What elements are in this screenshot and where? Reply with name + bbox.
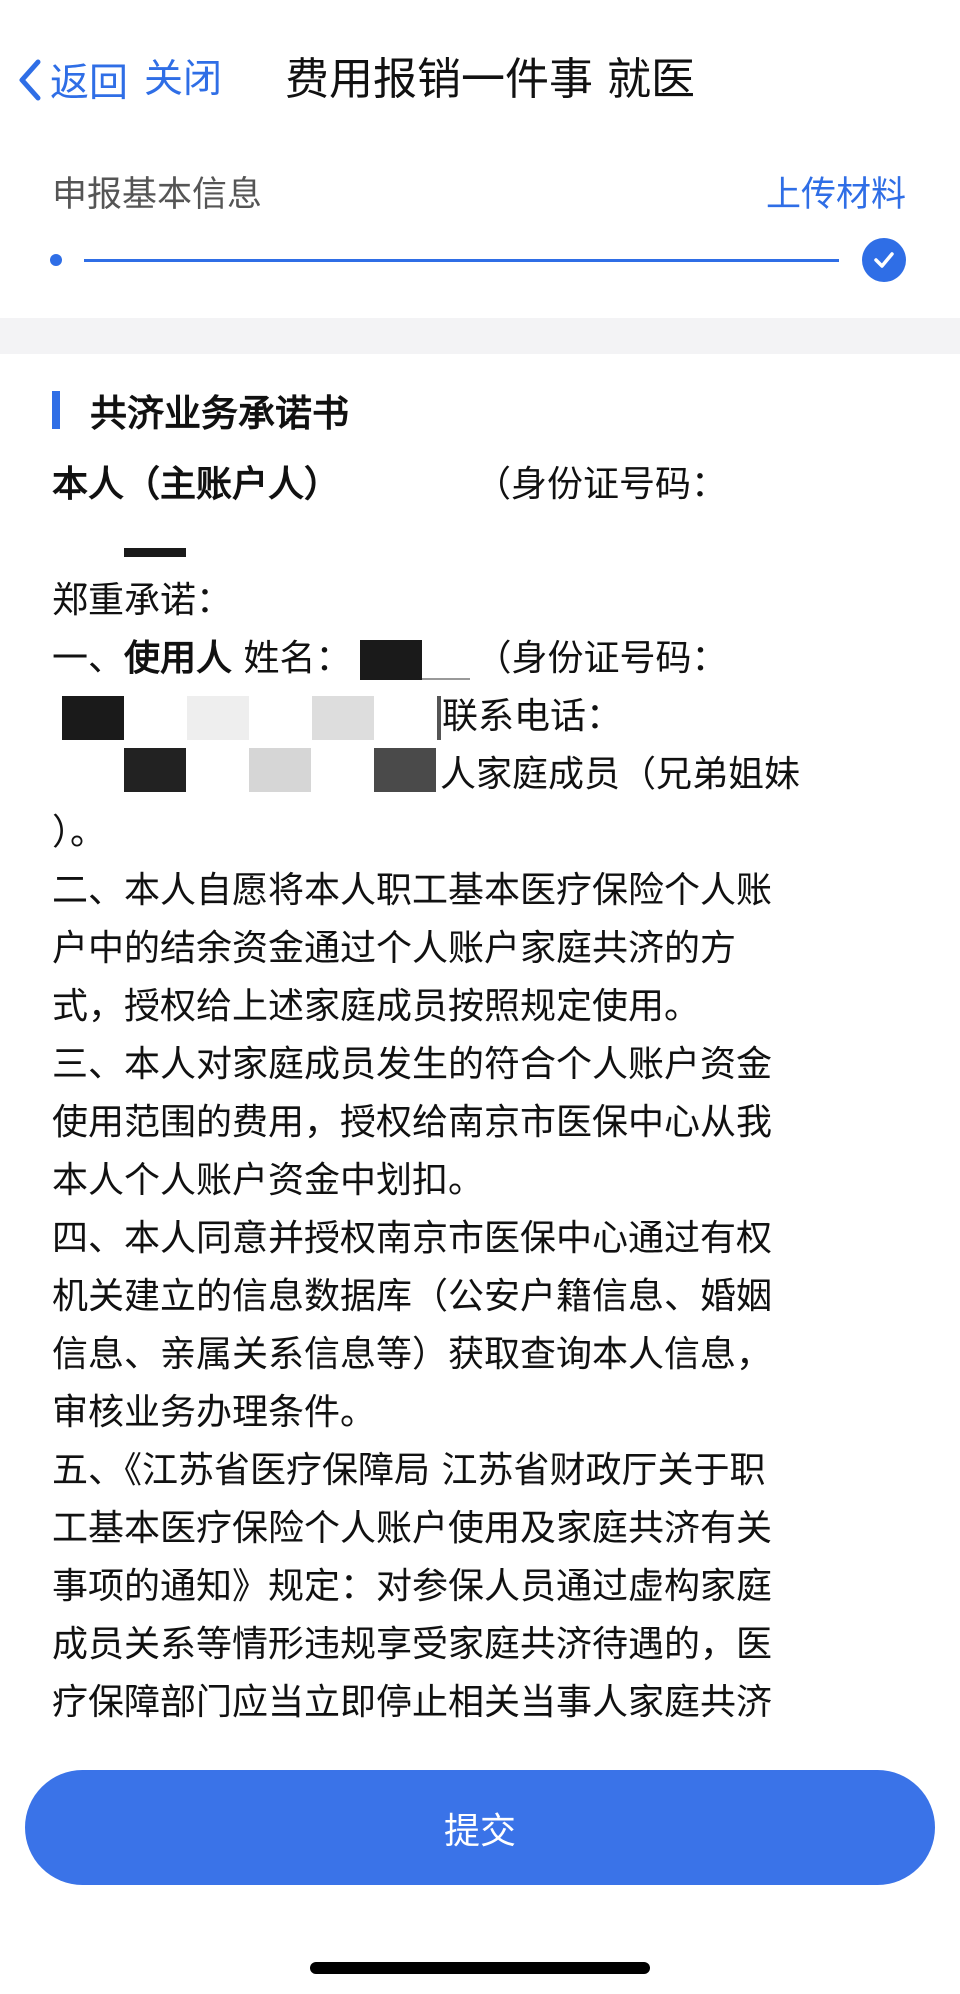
user-label: 使用人 (124, 638, 233, 679)
redaction-mask (359, 640, 422, 680)
back-label: 返回 (50, 61, 129, 106)
step-upload-materials[interactable]: 上传材料 (766, 166, 906, 217)
pixelation-block (312, 696, 374, 740)
name-label: 姓名： (243, 638, 352, 679)
step-start-dot (50, 254, 62, 266)
section-divider (0, 318, 960, 354)
pixelation-block (187, 696, 249, 740)
pixelation-block (374, 748, 436, 792)
doc-line: ）。 (52, 812, 107, 853)
nav-bar: 返回 关闭 费用报销一件事 就医 (0, 40, 960, 120)
item-number: 一、 (52, 638, 125, 679)
doc-line: 疗保障部门应当立即停止相关当事人家庭共济 (52, 1682, 773, 1723)
doc-line: 五、《江苏省医疗保障局 江苏省财政厅关于职 (52, 1450, 766, 1491)
page-title: 费用报销一件事 就医 (285, 54, 695, 105)
doc-line-redacted (52, 514, 892, 572)
doc-line: 成员关系等情形违规享受家庭共济待遇的，医 (52, 1624, 773, 1665)
home-indicator (310, 1962, 650, 1974)
back-button[interactable]: 返回 (14, 54, 134, 106)
doc-line: 本人（主账户人） （身份证号码： (52, 456, 892, 514)
step-basic-info: 申报基本信息 (52, 175, 263, 215)
doc-line: 一、使用人 姓名： （身份证号码： (52, 630, 892, 688)
pixelation-block (124, 748, 186, 792)
phone-screen: 返回 关闭 费用报销一件事 就医 申报基本信息 上传材料 共济业务承诺书 本人（… (0, 0, 960, 1994)
doc-line: 四、本人同意并授权南京市医保中心通过有权 (52, 1218, 773, 1259)
section-accent-bar (52, 391, 60, 429)
doc-line: 三、本人对家庭成员发生的符合个人账户资金 (52, 1044, 773, 1085)
doc-line-redacted: 人家庭成员（兄弟姐妹 (52, 746, 892, 804)
redaction-mask (124, 548, 186, 557)
doc-line: 式，授权给上述家庭成员按照规定使用。 (52, 986, 701, 1027)
pixelation-block (437, 696, 441, 740)
pixelation-block (62, 696, 124, 740)
submit-button[interactable]: 提交 (25, 1770, 935, 1885)
doc-line: 使用范围的费用，授权给南京市医保中心从我 (52, 1102, 773, 1143)
section-header: 共济业务承诺书 (52, 386, 349, 435)
doc-line: 二、本人自愿将本人职工基本医疗保险个人账 (52, 870, 773, 911)
phone-label: 联系电话： (442, 696, 623, 737)
doc-line: 机关建立的信息数据库（公安户籍信息、婚姻 (52, 1276, 773, 1317)
redaction-underline (421, 678, 470, 680)
chevron-left-icon (19, 59, 41, 101)
doc-line: 户中的结余资金通过个人账户家庭共济的方 (52, 928, 737, 969)
id-number-label: （身份证号码： (475, 464, 728, 505)
check-icon (874, 252, 894, 268)
close-button[interactable]: 关闭 (144, 54, 222, 106)
pixelation-block (249, 748, 311, 792)
main-account-label: 本人（主账户人） (52, 464, 341, 505)
nav-title-container: 费用报销一件事 就医 (275, 50, 695, 110)
section-title: 共济业务承诺书 (90, 392, 349, 435)
doc-line: 本人个人账户资金中划扣。 (52, 1160, 485, 1201)
doc-line-redacted: 联系电话： (52, 688, 892, 746)
doc-line: 工基本医疗保险个人账户使用及家庭共济有关 (52, 1508, 773, 1549)
doc-line: 事项的通知》规定：对参保人员通过虚构家庭 (52, 1566, 773, 1607)
doc-line: 郑重承诺： (52, 580, 233, 621)
doc-line: 审核业务办理条件。 (52, 1392, 377, 1433)
doc-line: 信息、亲属关系信息等）获取查询本人信息， (52, 1334, 773, 1375)
step-progress-line (84, 259, 839, 262)
family-member-text: 人家庭成员（兄弟姐妹 (440, 754, 801, 795)
id-number-label: （身份证号码： (475, 638, 728, 679)
progress-steps: 申报基本信息 上传材料 (0, 150, 960, 310)
step-complete-icon (862, 238, 906, 282)
commitment-document: 本人（主账户人） （身份证号码： 郑重承诺： 一、使用人 姓名： （身份证号码： … (52, 456, 892, 1732)
